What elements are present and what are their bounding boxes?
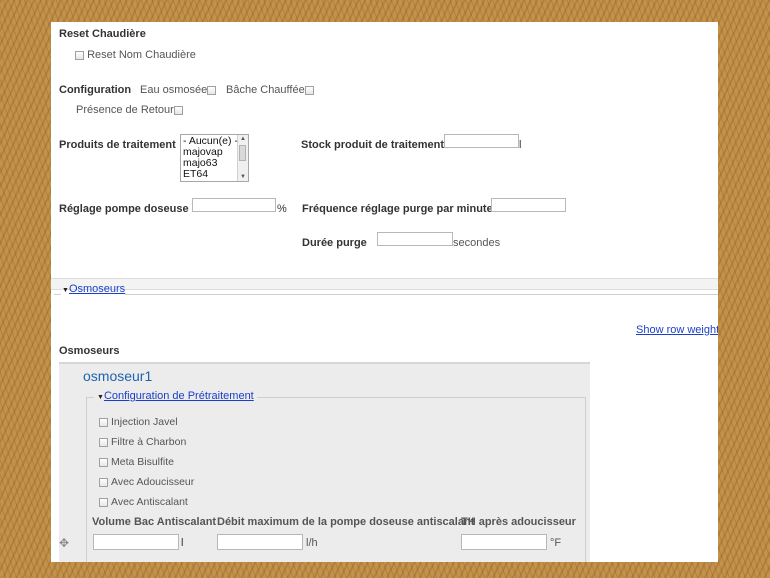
volume-label: Volume Bac Antiscalant xyxy=(92,516,217,528)
osmoseur1-title: osmoseur1 xyxy=(83,368,153,384)
freq-input[interactable] xyxy=(491,198,566,212)
main-panel: Reset Chaudière Reset Nom Chaudière Conf… xyxy=(51,22,718,562)
eau-osmosee-label: Eau osmosée xyxy=(140,84,208,96)
pompe-label: Réglage pompe doseuse xyxy=(59,203,189,215)
meta-bisulfite-label: Meta Bisulfite xyxy=(111,456,175,468)
volume-unit: l xyxy=(181,537,184,549)
injection-javel-checkbox[interactable] xyxy=(99,417,108,427)
duree-input[interactable] xyxy=(377,232,453,246)
filtre-charbon-checkbox[interactable] xyxy=(99,437,108,447)
antiscalant-row[interactable]: Avec Antiscalant xyxy=(99,496,188,508)
osmoseurs-link[interactable]: Osmoseurs xyxy=(69,283,125,295)
pretraitement-link[interactable]: Configuration de Prétraitement xyxy=(104,390,254,402)
section-separator xyxy=(51,278,718,290)
bache-checkbox[interactable] xyxy=(304,85,314,95)
volume-input[interactable] xyxy=(93,534,179,550)
scroll-up-icon[interactable]: ▲ xyxy=(239,135,247,143)
th-unit: °F xyxy=(550,537,562,549)
eau-osmosee-checkbox[interactable] xyxy=(207,85,217,95)
scroll-down-icon[interactable]: ▼ xyxy=(239,173,247,181)
duree-unit: secondes xyxy=(453,237,501,249)
pompe-input[interactable] xyxy=(192,198,276,212)
produits-listbox[interactable]: - Aucun(e) - majovap majo63 ET64 ▲ ▼ xyxy=(180,134,249,182)
debit-input[interactable] xyxy=(217,534,303,550)
stock-unit: l xyxy=(519,139,522,151)
reset-title: Reset Chaudière xyxy=(59,28,146,40)
filtre-charbon-row[interactable]: Filtre à Charbon xyxy=(99,436,186,448)
osmoseurs-heading: Osmoseurs xyxy=(59,345,120,357)
adoucisseur-checkbox[interactable] xyxy=(99,477,108,487)
osmoseur1-panel: osmoseur1 ▼Configuration de Prétraitemen… xyxy=(59,362,590,562)
fieldset-border-right xyxy=(125,294,718,295)
injection-javel-row[interactable]: Injection Javel xyxy=(99,416,178,428)
produits-label: Produits de traitement xyxy=(59,139,176,151)
stock-input[interactable] xyxy=(444,134,519,148)
triangle-down-icon[interactable]: ▼ xyxy=(97,394,104,401)
retour-label: Présence de Retour xyxy=(76,104,174,116)
retour-row[interactable]: Présence de Retour xyxy=(76,104,183,116)
osmoseurs-toggle[interactable]: ▼Osmoseurs xyxy=(62,283,125,295)
debit-label: Débit maximum de la pompe doseuse antisc… xyxy=(217,516,475,528)
freq-label: Fréquence réglage purge par minute xyxy=(302,203,493,215)
adoucisseur-row[interactable]: Avec Adoucisseur xyxy=(99,476,194,488)
th-input[interactable] xyxy=(461,534,547,550)
antiscalant-label: Avec Antiscalant xyxy=(111,496,188,508)
th-label: TH après adoucisseur xyxy=(461,516,576,528)
duree-label: Durée purge xyxy=(302,237,367,249)
config-label: Configuration xyxy=(59,84,132,96)
show-row-weights-link[interactable]: Show row weights xyxy=(636,324,718,336)
triangle-down-icon[interactable]: ▼ xyxy=(62,287,69,294)
pretraitement-toggle[interactable]: ▼Configuration de Prétraitement xyxy=(94,390,257,402)
reset-nom-checkbox[interactable] xyxy=(75,50,84,60)
debit-unit: l/h xyxy=(306,537,318,549)
bache-label: Bâche Chauffée xyxy=(226,84,305,96)
meta-bisulfite-checkbox[interactable] xyxy=(99,457,108,467)
meta-bisulfite-row[interactable]: Meta Bisulfite xyxy=(99,456,174,468)
filtre-charbon-label: Filtre à Charbon xyxy=(111,436,187,448)
bache-row[interactable]: Bâche Chauffée xyxy=(226,84,314,96)
antiscalant-checkbox[interactable] xyxy=(99,497,108,507)
scroll-thumb[interactable] xyxy=(239,145,246,161)
pompe-unit: % xyxy=(277,203,287,215)
reset-nom-label: Reset Nom Chaudière xyxy=(87,49,196,61)
adoucisseur-label: Avec Adoucisseur xyxy=(111,476,195,488)
drag-handle-icon[interactable]: ✥ xyxy=(59,536,69,550)
reset-nom-row[interactable]: Reset Nom Chaudière xyxy=(75,49,196,61)
produit-option[interactable]: ET64 xyxy=(183,169,238,180)
listbox-scrollbar[interactable]: ▲ ▼ xyxy=(237,135,248,181)
retour-checkbox[interactable] xyxy=(173,105,183,115)
fieldset-border-left xyxy=(54,294,61,295)
stock-label: Stock produit de traitement xyxy=(301,139,445,151)
eau-osmosee-row[interactable]: Eau osmosée xyxy=(140,84,217,96)
injection-javel-label: Injection Javel xyxy=(111,416,178,428)
